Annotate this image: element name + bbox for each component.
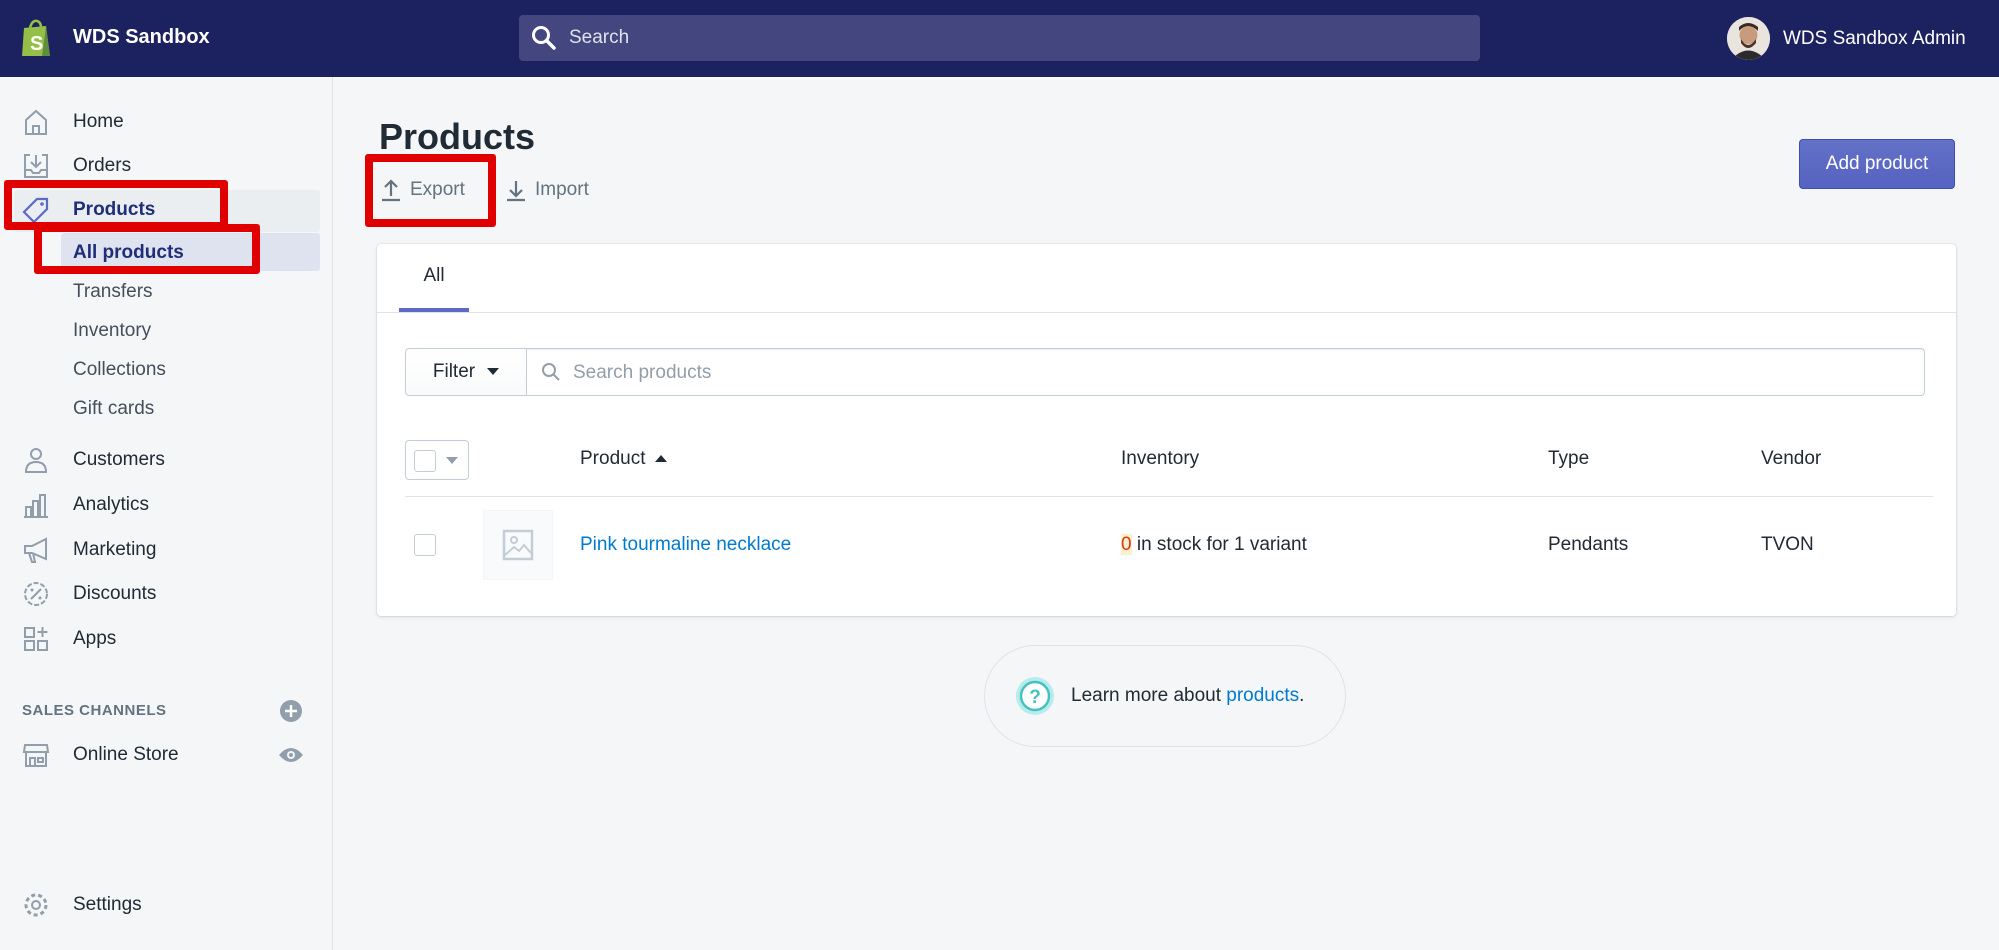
sort-ascending-icon (655, 455, 667, 463)
tab-label: All (423, 265, 444, 287)
highlight-box-export (365, 154, 496, 227)
row-checkbox[interactable] (414, 534, 436, 556)
add-sales-channel-icon[interactable] (279, 699, 303, 723)
column-label: Product (580, 448, 645, 470)
sales-channels-heading: SALES CHANNELS (22, 702, 167, 719)
store-name[interactable]: WDS Sandbox (73, 26, 210, 49)
filter-label: Filter (433, 361, 475, 383)
sidebar-item-marketing[interactable]: Marketing (0, 530, 333, 570)
vendor-cell: TVON (1761, 534, 1814, 556)
megaphone-icon (22, 536, 50, 564)
caret-down-icon[interactable] (446, 457, 458, 465)
stock-count: 0 (1121, 534, 1132, 555)
sidebar-item-label: Orders (73, 155, 131, 177)
bulk-select-checkbox[interactable] (405, 440, 469, 480)
import-icon (505, 178, 527, 202)
sidebar-item-customers[interactable]: Customers (0, 440, 333, 480)
sidebar-item-discounts[interactable]: Discounts (0, 574, 333, 614)
user-name[interactable]: WDS Sandbox Admin (1783, 28, 1966, 50)
checkbox[interactable] (414, 450, 436, 472)
sidebar-item-label: Marketing (73, 539, 156, 561)
sidebar-subitem-transfers[interactable]: Transfers (73, 281, 153, 303)
help-question-icon: ? (1015, 676, 1055, 716)
customers-icon (22, 446, 50, 474)
add-product-button[interactable]: Add product (1799, 139, 1955, 189)
search-icon (531, 25, 557, 51)
svg-text:S: S (30, 33, 43, 55)
sidebar-item-label: Apps (73, 628, 116, 650)
import-button[interactable]: Import (505, 178, 589, 202)
sidebar-item-analytics[interactable]: Analytics (0, 485, 333, 525)
sidebar-item-label: Online Store (73, 744, 179, 766)
avatar[interactable] (1727, 17, 1770, 60)
sidebar-item-home[interactable]: Home (0, 102, 333, 142)
sidebar-subitem-collections[interactable]: Collections (73, 359, 166, 381)
column-header-product[interactable]: Product (580, 448, 667, 470)
column-header-type: Type (1548, 448, 1589, 470)
gear-icon (22, 891, 50, 919)
sidebar-subitem-inventory[interactable]: Inventory (73, 320, 151, 342)
column-header-vendor: Vendor (1761, 448, 1821, 470)
discount-icon (22, 580, 50, 608)
search-icon (541, 362, 561, 382)
sidebar-item-label: Settings (73, 894, 142, 916)
sidebar-item-label: Discounts (73, 583, 156, 605)
apps-icon (22, 625, 50, 653)
stock-text: in stock for 1 variant (1137, 534, 1307, 555)
home-icon (22, 108, 50, 136)
help-products-link[interactable]: products (1226, 685, 1299, 706)
products-card: All Filter Search products Product Inven… (377, 244, 1956, 616)
type-cell: Pendants (1548, 534, 1628, 556)
product-image-placeholder-icon (483, 510, 553, 580)
inventory-cell: 0 in stock for 1 variant (1121, 534, 1307, 556)
filter-dropdown[interactable]: Filter (405, 348, 527, 396)
global-search-input[interactable]: Search (519, 15, 1480, 61)
help-footer: ? Learn more about products. (984, 645, 1346, 747)
store-icon (22, 741, 50, 769)
sidebar-subitem-gift-cards[interactable]: Gift cards (73, 398, 154, 420)
analytics-icon (22, 491, 50, 519)
sidebar-item-label: Customers (73, 449, 165, 471)
help-suffix: . (1299, 685, 1304, 706)
orders-icon (22, 152, 50, 180)
column-header-inventory: Inventory (1121, 448, 1199, 470)
help-text-prefix: Learn more about (1071, 685, 1226, 706)
sidebar-item-label: Analytics (73, 494, 149, 516)
page-title: Products (379, 116, 535, 158)
sidebar-item-label: Home (73, 111, 124, 133)
sidebar-item-settings[interactable]: Settings (0, 885, 333, 925)
import-label: Import (535, 179, 589, 201)
caret-down-icon (487, 368, 499, 376)
table-row[interactable]: Pink tourmaline necklace 0 in stock for … (377, 497, 1956, 597)
shopify-logo-icon[interactable]: S (20, 18, 52, 58)
global-search-placeholder: Search (569, 27, 629, 49)
highlight-box-all-products (34, 224, 260, 274)
help-text: Learn more about products. (1071, 685, 1304, 707)
tab-all[interactable]: All (399, 244, 469, 312)
svg-text:?: ? (1029, 687, 1041, 708)
product-link[interactable]: Pink tourmaline necklace (580, 534, 791, 556)
highlight-box-products (4, 180, 228, 230)
top-bar: S WDS Sandbox Search WDS Sandbox Admin (0, 0, 1999, 77)
search-placeholder: Search products (573, 362, 711, 384)
tab-divider (377, 312, 1956, 313)
product-search-input[interactable]: Search products (526, 348, 1925, 396)
view-store-eye-icon[interactable] (278, 745, 304, 765)
sidebar-item-apps[interactable]: Apps (0, 619, 333, 659)
